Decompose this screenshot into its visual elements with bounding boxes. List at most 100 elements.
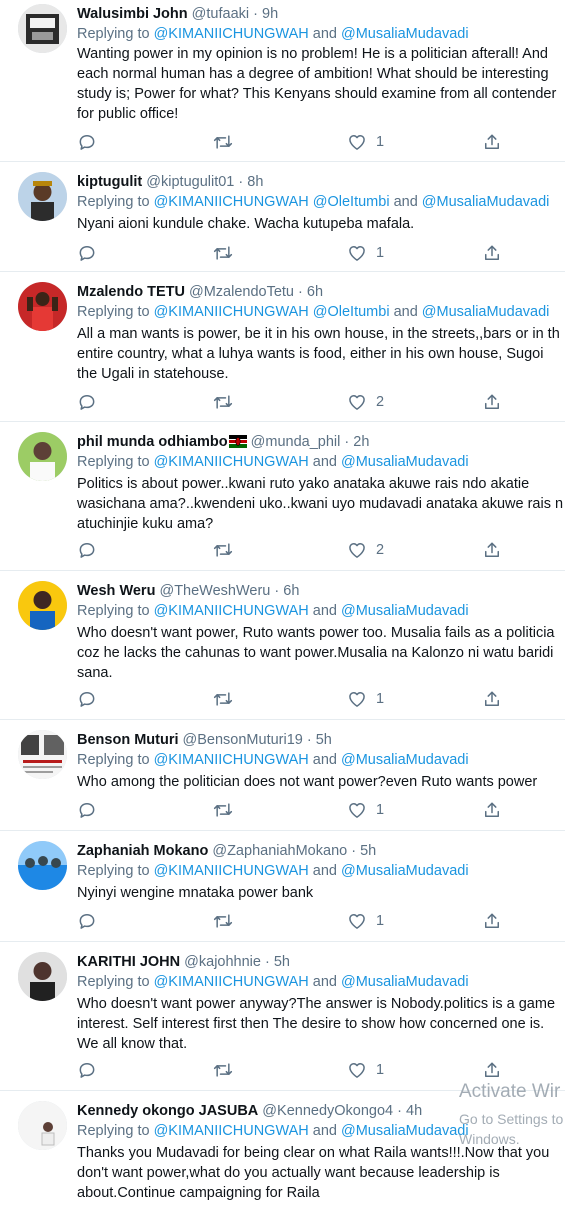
- mention-link[interactable]: @KIMANIICHUNGWAH: [154, 863, 309, 879]
- mention-link[interactable]: @MusaliaMudavadi: [422, 194, 550, 210]
- timestamp[interactable]: 5h: [360, 843, 376, 859]
- display-name[interactable]: Walusimbi John: [77, 6, 188, 22]
- reply-button[interactable]: [77, 910, 97, 932]
- mention-link[interactable]: @OleItumbi: [313, 194, 390, 210]
- reply-button[interactable]: [77, 391, 97, 413]
- mention-link[interactable]: @KIMANIICHUNGWAH: [154, 304, 309, 320]
- mention-link[interactable]: @KIMANIICHUNGWAH: [154, 454, 309, 470]
- share-button[interactable]: [482, 242, 502, 264]
- mention-link[interactable]: @KIMANIICHUNGWAH: [154, 1123, 309, 1139]
- like-icon: [347, 243, 367, 263]
- user-handle[interactable]: @tufaaki: [192, 6, 249, 22]
- mention-link[interactable]: @KIMANIICHUNGWAH: [154, 752, 309, 768]
- like-button[interactable]: 1: [347, 131, 384, 153]
- timestamp[interactable]: 6h: [307, 284, 323, 300]
- share-button[interactable]: [482, 688, 502, 710]
- share-button[interactable]: [482, 1059, 502, 1081]
- display-name[interactable]: Kennedy okongo JASUBA: [77, 1103, 258, 1119]
- user-handle[interactable]: @kiptugulit01: [146, 174, 234, 190]
- like-button[interactable]: 1: [347, 910, 384, 932]
- user-handle[interactable]: @KennedyOkongo4: [262, 1103, 393, 1119]
- user-handle[interactable]: @MzalendoTetu: [189, 284, 294, 300]
- display-name[interactable]: Wesh Weru: [77, 583, 155, 599]
- retweet-button[interactable]: [212, 688, 234, 710]
- tweet[interactable]: kiptugulit @kiptugulit01 · 8h Replying t…: [0, 162, 565, 272]
- reply-button[interactable]: [77, 799, 97, 821]
- mention-link[interactable]: @MusaliaMudavadi: [341, 26, 469, 42]
- retweet-button[interactable]: [212, 391, 234, 413]
- display-name[interactable]: kiptugulit: [77, 174, 142, 190]
- mention-link[interactable]: @OleItumbi: [313, 304, 390, 320]
- retweet-button[interactable]: [212, 1059, 234, 1081]
- avatar[interactable]: [18, 730, 67, 779]
- share-button[interactable]: [482, 131, 502, 153]
- tweet[interactable]: Walusimbi John @tufaaki · 9h Replying to…: [0, 0, 565, 162]
- display-name[interactable]: KARITHI JOHN: [77, 954, 180, 970]
- retweet-button[interactable]: [212, 910, 234, 932]
- user-handle[interactable]: @BensonMuturi19: [183, 732, 303, 748]
- tweet[interactable]: phil munda odhiambo @munda_phil · 2h Rep…: [0, 422, 565, 571]
- reply-button[interactable]: [77, 242, 97, 264]
- tweet[interactable]: KARITHI JOHN @kajohhnie · 5h Replying to…: [0, 942, 565, 1091]
- share-button[interactable]: [482, 391, 502, 413]
- like-button[interactable]: 2: [347, 539, 384, 561]
- tweet[interactable]: Mzalendo TETU @MzalendoTetu · 6h Replyin…: [0, 272, 565, 422]
- mention-link[interactable]: @MusaliaMudavadi: [341, 454, 469, 470]
- like-button[interactable]: 2: [347, 391, 384, 413]
- display-name[interactable]: phil munda odhiambo: [77, 434, 228, 450]
- reply-button[interactable]: [77, 131, 97, 153]
- like-button[interactable]: 1: [347, 1059, 384, 1081]
- share-button[interactable]: [482, 910, 502, 932]
- avatar[interactable]: [18, 841, 67, 890]
- user-handle[interactable]: @kajohhnie: [184, 954, 261, 970]
- avatar[interactable]: [18, 4, 67, 53]
- reply-button[interactable]: [77, 1059, 97, 1081]
- retweet-button[interactable]: [212, 242, 234, 264]
- mention-link[interactable]: @MusaliaMudavadi: [341, 974, 469, 990]
- display-name[interactable]: Zaphaniah Mokano: [77, 843, 208, 859]
- timestamp[interactable]: 2h: [353, 434, 369, 450]
- mention-link[interactable]: @MusaliaMudavadi: [341, 1123, 469, 1139]
- retweet-button[interactable]: [212, 539, 234, 561]
- mention-link[interactable]: @KIMANIICHUNGWAH: [154, 194, 309, 210]
- like-button[interactable]: 1: [347, 688, 384, 710]
- timestamp[interactable]: 6h: [283, 583, 299, 599]
- like-button[interactable]: 1: [347, 799, 384, 821]
- replying-joiner: and: [308, 974, 341, 990]
- share-button[interactable]: [482, 799, 502, 821]
- tweet[interactable]: Zaphaniah Mokano @ZaphaniahMokano · 5h R…: [0, 831, 565, 942]
- display-name[interactable]: Mzalendo TETU: [77, 284, 185, 300]
- user-handle[interactable]: @TheWeshWeru: [159, 583, 270, 599]
- avatar[interactable]: [18, 1101, 67, 1150]
- display-name[interactable]: Benson Muturi: [77, 732, 179, 748]
- mention-link[interactable]: @MusaliaMudavadi: [341, 863, 469, 879]
- tweet[interactable]: Benson Muturi @BensonMuturi19 · 5h Reply…: [0, 720, 565, 831]
- timestamp[interactable]: 8h: [247, 174, 263, 190]
- retweet-button[interactable]: [212, 799, 234, 821]
- mention-link[interactable]: @MusaliaMudavadi: [422, 304, 550, 320]
- mention-link[interactable]: @KIMANIICHUNGWAH: [154, 26, 309, 42]
- like-button[interactable]: 1: [347, 242, 384, 264]
- timestamp[interactable]: 5h: [316, 732, 332, 748]
- timestamp[interactable]: 9h: [262, 6, 278, 22]
- action-bar: 1: [77, 1059, 517, 1081]
- timestamp[interactable]: 4h: [406, 1103, 422, 1119]
- reply-button[interactable]: [77, 688, 97, 710]
- avatar[interactable]: [18, 172, 67, 221]
- replying-to: Replying to @KIMANIICHUNGWAH @OleItumbi …: [77, 302, 549, 322]
- avatar[interactable]: [18, 432, 67, 481]
- reply-button[interactable]: [77, 539, 97, 561]
- timestamp[interactable]: 5h: [274, 954, 290, 970]
- mention-link[interactable]: @KIMANIICHUNGWAH: [154, 603, 309, 619]
- mention-link[interactable]: @MusaliaMudavadi: [341, 603, 469, 619]
- avatar[interactable]: [18, 282, 67, 331]
- user-handle[interactable]: @munda_phil: [251, 434, 341, 450]
- mention-link[interactable]: @KIMANIICHUNGWAH: [154, 974, 309, 990]
- user-handle[interactable]: @ZaphaniahMokano: [212, 843, 347, 859]
- share-button[interactable]: [482, 539, 502, 561]
- mention-link[interactable]: @MusaliaMudavadi: [341, 752, 469, 768]
- tweet[interactable]: Wesh Weru @TheWeshWeru · 6h Replying to …: [0, 571, 565, 720]
- retweet-button[interactable]: [212, 131, 234, 153]
- avatar[interactable]: [18, 581, 67, 630]
- avatar[interactable]: [18, 952, 67, 1001]
